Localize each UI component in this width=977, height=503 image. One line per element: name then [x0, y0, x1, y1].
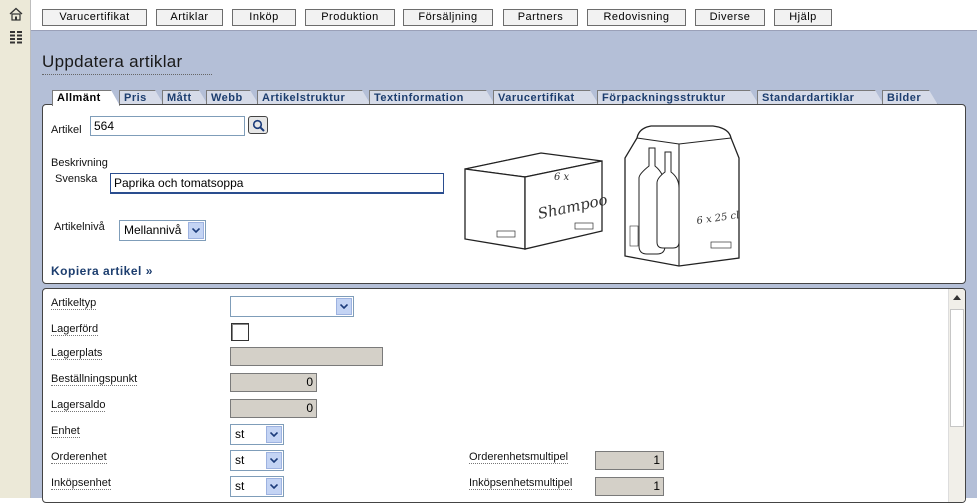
vertical-scrollbar[interactable] — [948, 289, 965, 502]
chevron-down-icon — [188, 222, 204, 239]
menu-varucertifikat[interactable]: Varucertifikat — [42, 9, 147, 26]
article-fields-panel — [42, 288, 966, 503]
menu-redovisning[interactable]: Redovisning — [587, 9, 686, 26]
purchase-unit-multiple-field[interactable]: 1 — [595, 477, 664, 496]
article-level-select[interactable]: Mellannivå — [119, 220, 206, 241]
article-type-label: Artikeltyp — [51, 297, 97, 310]
reorder-point-field[interactable]: 0 — [230, 373, 317, 392]
tab-bilder[interactable]: Bilder — [882, 90, 938, 105]
menu-hjalp[interactable]: Hjälp — [774, 9, 832, 26]
reorder-point-label: Beställningspunkt — [51, 373, 138, 386]
page-title: Uppdatera artiklar — [42, 52, 183, 71]
title-underline — [42, 74, 212, 75]
tab-varucertifikat[interactable]: Varucertifikat — [493, 90, 599, 105]
chevron-down-icon — [266, 452, 282, 469]
menu-diverse[interactable]: Diverse — [695, 9, 765, 26]
order-unit-multiple-label: Orderenhetsmultipel — [469, 451, 569, 464]
home-icon[interactable] — [8, 6, 24, 22]
menu-artiklar[interactable]: Artiklar — [156, 9, 223, 26]
unit-label: Enhet — [51, 425, 80, 438]
tab-webb[interactable]: Webb — [206, 90, 259, 105]
purchase-unit-multiple-label: Inköpsenhetsmultipel — [469, 477, 573, 490]
stock-balance-field[interactable]: 0 — [230, 399, 317, 418]
bottle-pack-illustration: 6 x 25 cl — [624, 125, 740, 267]
box-illustration: 6 x Shampoo — [464, 152, 607, 250]
menu-inkop[interactable]: Inköp — [232, 9, 296, 26]
order-unit-select[interactable]: st — [230, 450, 284, 471]
tab-artikelstruktur[interactable]: Artikelstruktur — [257, 90, 371, 105]
chevron-down-icon — [266, 478, 282, 495]
stocked-checkbox[interactable] — [231, 323, 249, 341]
tab-textinformation[interactable]: Textinformation — [369, 90, 495, 105]
scroll-up-arrow-icon[interactable] — [952, 293, 962, 301]
article-number-input[interactable] — [90, 116, 245, 136]
article-level-value: Mellannivå — [124, 223, 182, 237]
left-toolbar — [0, 0, 31, 498]
box-count-text: 6 x — [554, 172, 570, 183]
purchase-unit-label: Inköpsenhet — [51, 477, 111, 490]
menu-forsaljning[interactable]: Försäljning — [403, 9, 493, 26]
order-unit-value: st — [235, 453, 245, 467]
article-label: Artikel — [51, 124, 82, 136]
tab-forpackningsstruktur[interactable]: Förpackningsstruktur — [597, 90, 759, 105]
list-menu-icon[interactable] — [8, 29, 24, 45]
chevron-down-icon — [336, 298, 352, 315]
tab-standardartiklar[interactable]: Standardartiklar — [757, 90, 884, 105]
stock-location-field[interactable] — [230, 347, 383, 366]
article-type-select[interactable] — [230, 296, 354, 317]
order-unit-multiple-field[interactable]: 1 — [595, 451, 664, 470]
unit-value: st — [235, 427, 245, 441]
order-unit-label: Orderenhet — [51, 451, 107, 464]
article-level-label: Artikelnivå — [54, 221, 105, 233]
chevron-down-icon — [266, 426, 282, 443]
stock-balance-label: Lagersaldo — [51, 399, 106, 412]
swedish-description-input[interactable] — [110, 173, 444, 194]
search-button[interactable] — [248, 116, 268, 134]
unit-select[interactable]: st — [230, 424, 284, 445]
stocked-label: Lagerförd — [51, 323, 99, 336]
purchase-unit-value: st — [235, 479, 245, 493]
description-label: Beskrivning — [51, 157, 108, 169]
stock-location-label: Lagerplats — [51, 347, 103, 360]
magnifier-icon — [252, 119, 265, 132]
tab-allmant[interactable]: Allmänt — [52, 90, 120, 106]
purchase-unit-select[interactable]: st — [230, 476, 284, 497]
scrollbar-thumb[interactable] — [950, 309, 964, 427]
copy-article-link[interactable]: Kopiera artikel » — [51, 264, 153, 278]
menu-partners[interactable]: Partners — [503, 9, 578, 26]
menu-produktion[interactable]: Produktion — [305, 9, 395, 26]
swedish-label: Svenska — [55, 173, 98, 185]
